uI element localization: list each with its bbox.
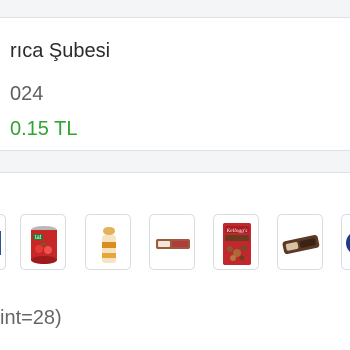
kelloggs-granola-pack-icon: Kellogg's bbox=[223, 223, 251, 265]
product-thumb-bread[interactable] bbox=[85, 214, 131, 270]
product-count-hint: int=28) bbox=[0, 307, 62, 329]
order-date: 024 bbox=[10, 83, 44, 105]
partial-product-thumbnail-icon bbox=[0, 231, 1, 255]
svg-text:Kellogg's: Kellogg's bbox=[226, 228, 248, 234]
order-detail-page: rıca Şubesi 024 0.15 TL tat Kellogg's in… bbox=[0, 0, 350, 350]
product-thumb-pastry[interactable] bbox=[149, 214, 195, 270]
bread-loaf-bag-icon bbox=[102, 227, 116, 263]
product-thumb-partial-right[interactable] bbox=[341, 214, 350, 270]
product-thumb-tomato-paste[interactable]: tat bbox=[20, 214, 66, 270]
product-thumb-partial-left[interactable] bbox=[0, 214, 6, 270]
partial-round-product-icon bbox=[346, 234, 350, 252]
product-thumb-granola[interactable]: Kellogg's bbox=[213, 214, 259, 270]
product-thumb-biscuit[interactable] bbox=[277, 214, 323, 270]
boxed-pastry-icon bbox=[156, 239, 190, 249]
store-name: rıca Şubesi bbox=[10, 40, 111, 62]
chocolate-biscuit-pack-icon bbox=[282, 234, 320, 255]
order-total: 0.15 TL bbox=[10, 118, 78, 140]
tomato-paste-can-icon: tat bbox=[31, 226, 57, 264]
svg-text:tat: tat bbox=[35, 235, 42, 241]
